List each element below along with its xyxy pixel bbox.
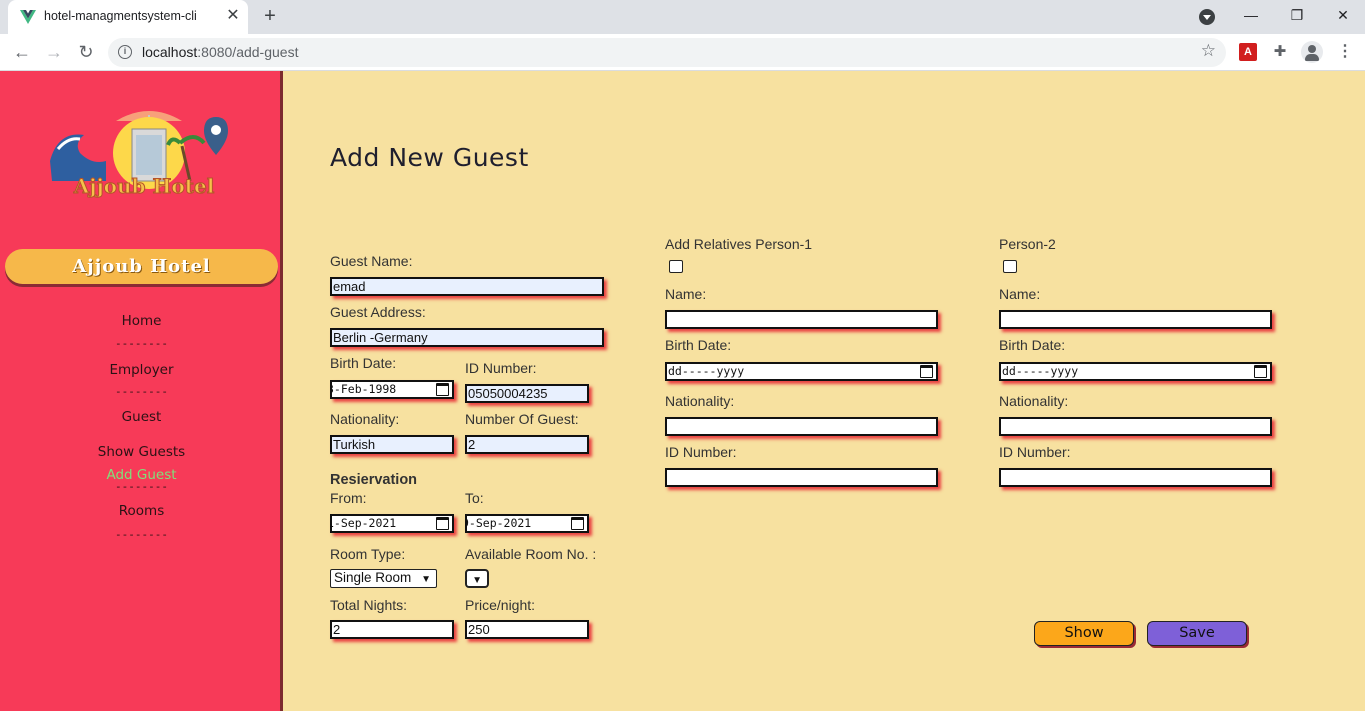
reservation-heading: Resiervation — [330, 472, 418, 488]
person2-birth-input[interactable]: dd-----yyyy — [999, 362, 1272, 381]
calendar-icon[interactable] — [1254, 365, 1267, 378]
person1-birth-placeholder: dd-----yyyy — [668, 364, 745, 378]
forward-arrow-icon[interactable]: → — [42, 40, 66, 64]
profile-avatar-icon[interactable] — [1301, 41, 1323, 63]
to-label: To: — [465, 490, 484, 506]
svg-text:Ajjoub Hotel: Ajjoub Hotel — [73, 174, 215, 198]
person1-nationality-input[interactable] — [665, 417, 938, 436]
save-button[interactable]: Save — [1147, 621, 1247, 646]
sidebar-separator: -------- — [115, 528, 168, 541]
to-date-input[interactable]: 9-Sep-2021 — [465, 514, 589, 533]
from-date-input[interactable]: 1-Sep-2021 — [330, 514, 454, 533]
id-number-label: ID Number: — [465, 360, 537, 376]
tab-search-icon[interactable] — [1199, 9, 1215, 25]
nationality-input[interactable]: Turkish — [330, 435, 454, 454]
reload-icon[interactable]: ↻ — [74, 40, 98, 64]
url-path: :8080/add-guest — [197, 44, 299, 60]
sidebar-separator: -------- — [115, 385, 168, 398]
restore-button[interactable]: ❐ — [1284, 4, 1310, 26]
available-room-select[interactable]: ▼ — [465, 569, 489, 588]
back-arrow-icon[interactable]: ← — [10, 40, 34, 64]
number-of-guest-input[interactable]: 2 — [465, 435, 589, 454]
minimize-button[interactable]: — — [1238, 4, 1264, 26]
person2-checkbox[interactable] — [1003, 260, 1017, 273]
person1-name-input[interactable] — [665, 310, 938, 329]
tab-title: hotel-managmentsystem-cli — [44, 9, 197, 23]
from-date-value: 1-Sep-2021 — [330, 516, 397, 530]
guest-name-label: Guest Name: — [330, 253, 413, 269]
guest-address-label: Guest Address: — [330, 304, 426, 320]
person2-nationality-input[interactable] — [999, 417, 1272, 436]
browser-tab[interactable]: hotel-managmentsystem-cli ✕ — [8, 0, 248, 34]
price-night-label: Price/night: — [465, 597, 536, 613]
person1-birth-input[interactable]: dd-----yyyy — [665, 362, 938, 381]
person2-birth-placeholder: dd-----yyyy — [1002, 364, 1079, 378]
person2-id-input[interactable] — [999, 468, 1272, 487]
person1-birth-label: Birth Date: — [665, 337, 732, 353]
address-bar[interactable]: i localhost:8080/add-guest ☆ — [108, 38, 1226, 67]
site-info-icon[interactable]: i — [118, 45, 132, 59]
person2-id-label: ID Number: — [999, 444, 1071, 460]
browser-tab-strip: hotel-managmentsystem-cli ✕ + — ❐ ✕ — [0, 0, 1365, 34]
room-type-label: Room Type: — [330, 546, 406, 562]
new-tab-button[interactable]: + — [259, 5, 281, 27]
hotel-logo-icon: Ajjoub Hotel — [50, 111, 228, 199]
page-title: Add New Guest — [330, 143, 529, 172]
calendar-icon[interactable] — [920, 365, 933, 378]
window-close-button[interactable]: ✕ — [1330, 4, 1356, 26]
sidebar-item-show-guests[interactable]: Show Guests — [0, 444, 283, 460]
sidebar-item-home[interactable]: Home — [0, 313, 283, 329]
url-host: localhost — [142, 44, 198, 60]
bookmark-star-icon[interactable]: ☆ — [1201, 41, 1216, 61]
from-label: From: — [330, 490, 367, 506]
show-button[interactable]: Show — [1034, 621, 1134, 646]
total-nights-input[interactable]: 2 — [330, 620, 454, 639]
brand-title: Ajjoub Hotel — [5, 249, 278, 284]
number-of-guest-label: Number Of Guest: — [465, 411, 579, 427]
sidebar-item-guest[interactable]: Guest — [0, 409, 283, 425]
sidebar-separator: -------- — [115, 337, 168, 350]
birth-date-input[interactable]: 3-Feb-1998 — [330, 380, 454, 399]
browser-toolbar: ← → ↻ i localhost:8080/add-guest ☆ A ✚ ⋮ — [0, 34, 1365, 71]
person2-birth-label: Birth Date: — [999, 337, 1066, 353]
birth-date-value: 3-Feb-1998 — [330, 382, 397, 396]
calendar-icon[interactable] — [436, 517, 449, 530]
extensions-puzzle-icon[interactable]: ✚ — [1271, 43, 1289, 61]
id-number-input[interactable]: 05050004235 — [465, 384, 589, 403]
to-date-value: 9-Sep-2021 — [465, 516, 532, 530]
browser-menu-icon[interactable]: ⋮ — [1336, 43, 1354, 61]
room-type-value: Single Room — [334, 570, 412, 585]
birth-date-label: Birth Date: — [330, 355, 397, 371]
calendar-icon[interactable] — [571, 517, 584, 530]
price-night-input[interactable]: 250 — [465, 620, 589, 639]
guest-address-input[interactable]: Berlin -Germany — [330, 328, 604, 347]
guest-name-input[interactable]: emad — [330, 277, 604, 296]
person1-name-label: Name: — [665, 286, 707, 302]
person1-id-input[interactable] — [665, 468, 938, 487]
person1-id-label: ID Number: — [665, 444, 737, 460]
relatives-person1-heading: Add Relatives Person-1 — [665, 236, 813, 252]
vue-logo-icon — [20, 10, 36, 24]
tab-close-icon[interactable]: ✕ — [224, 7, 242, 25]
person2-name-input[interactable] — [999, 310, 1272, 329]
chevron-down-icon: ▼ — [472, 575, 482, 586]
pdf-extension-icon[interactable]: A — [1239, 43, 1257, 61]
person1-nationality-label: Nationality: — [665, 393, 735, 409]
total-nights-label: Total Nights: — [330, 597, 408, 613]
person2-name-label: Name: — [999, 286, 1041, 302]
sidebar-separator: -------- — [115, 480, 168, 493]
url-text: localhost:8080/add-guest — [142, 44, 298, 60]
nationality-label: Nationality: — [330, 411, 400, 427]
relatives-person2-heading: Person-2 — [999, 236, 1056, 252]
person1-checkbox[interactable] — [669, 260, 683, 273]
sidebar-item-employer[interactable]: Employer — [0, 362, 283, 378]
sidebar: Ajjoub Hotel Ajjoub Hotel Home -------- … — [0, 71, 283, 711]
person2-nationality-label: Nationality: — [999, 393, 1069, 409]
room-type-select[interactable]: Single Room ▼ — [330, 569, 437, 588]
sidebar-item-rooms[interactable]: Rooms — [0, 503, 283, 519]
available-room-label: Available Room No. : — [465, 546, 597, 562]
chevron-down-icon: ▼ — [421, 574, 431, 585]
calendar-icon[interactable] — [436, 383, 449, 396]
